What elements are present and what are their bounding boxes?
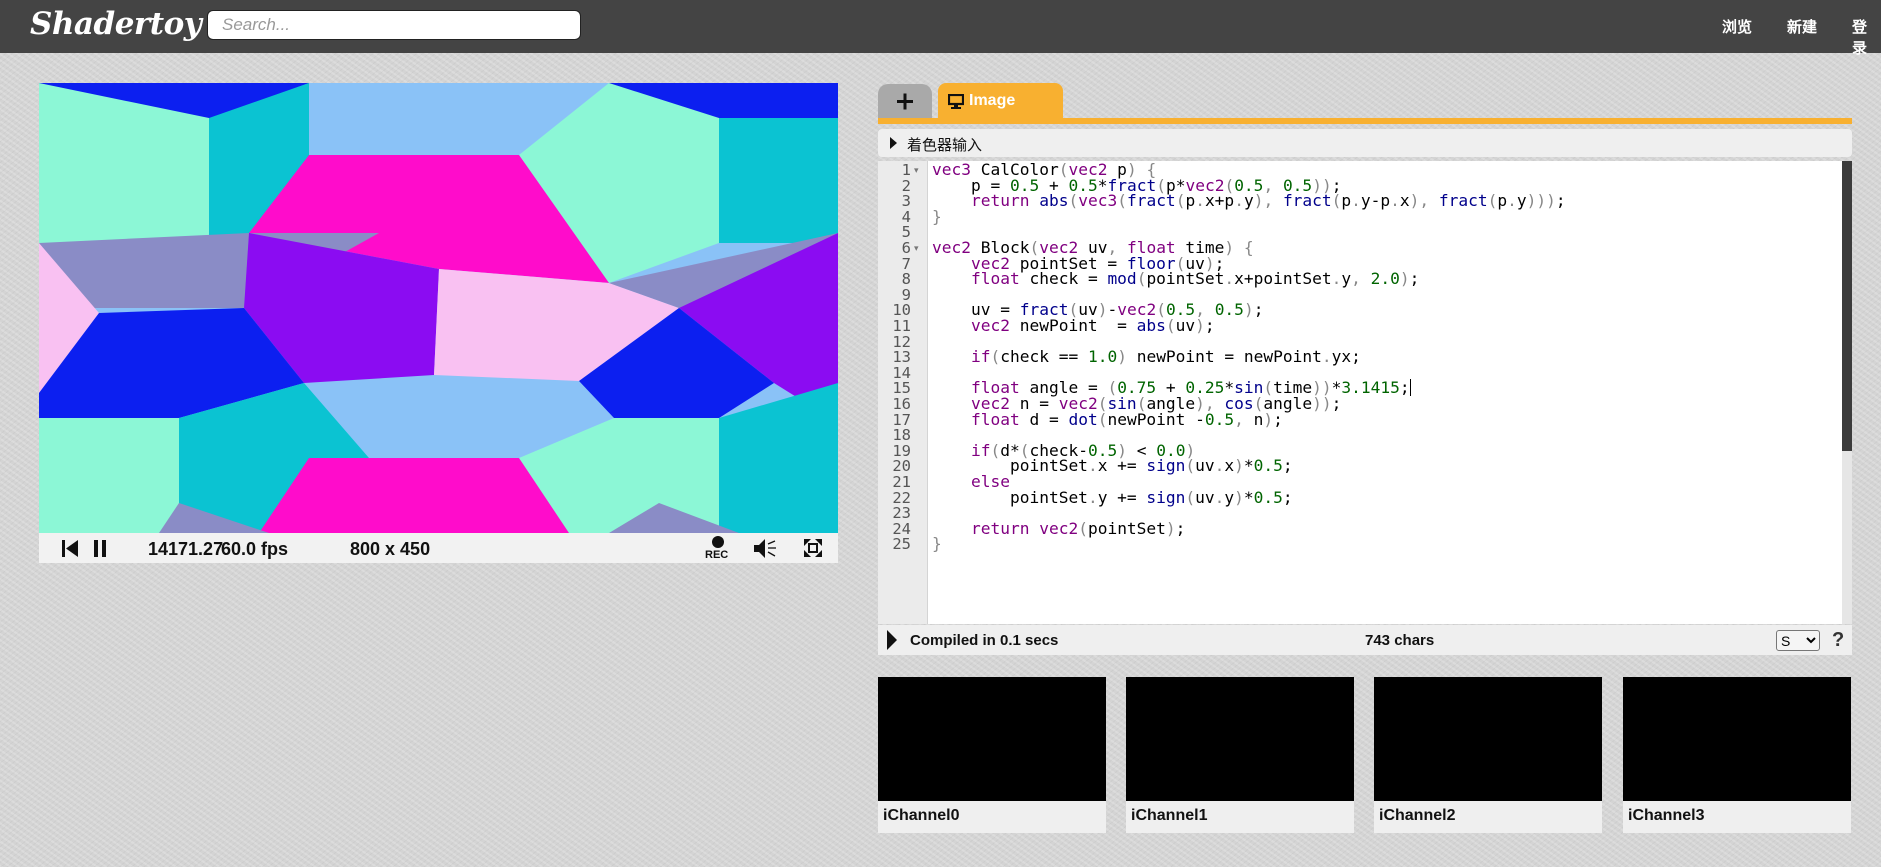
compile-status-bar: Compiled in 0.1 secs 743 chars S ?: [878, 625, 1852, 655]
plus-icon: [897, 93, 913, 110]
code-line[interactable]: float d = dot(newPoint -0.5, n);: [932, 410, 1283, 430]
channel-label: iChannel2: [1379, 807, 1456, 824]
record-icon: [712, 536, 724, 548]
code-editor[interactable]: 1 ▾ 2 3 4 5 6 ▾ 7 8 9 10 11 12 13 14 15 16 17 18 19 20 21 22 23 2…: [878, 161, 1852, 624]
code-line[interactable]: pointSet.y += sign(uv.y)*0.5;: [932, 488, 1293, 508]
channel-slot-1[interactable]: iChannel1: [1126, 677, 1354, 833]
fold-arrow-icon[interactable]: ▾: [914, 239, 919, 258]
monitor-icon: [948, 94, 964, 109]
channel-preview[interactable]: [1374, 677, 1602, 801]
shader-inputs-toggle[interactable]: 着色器输入: [878, 129, 1852, 157]
channel-preview[interactable]: [878, 677, 1106, 801]
search-input[interactable]: [207, 10, 581, 40]
channel-slot-3[interactable]: iChannel3: [1623, 677, 1851, 833]
help-icon[interactable]: ?: [1832, 629, 1844, 652]
channel-label: iChannel3: [1628, 807, 1705, 824]
shader-output-canvas: [39, 83, 838, 533]
tab-image[interactable]: Image: [938, 83, 1063, 120]
channel-label: iChannel1: [1131, 807, 1208, 824]
rewind-icon[interactable]: [62, 540, 78, 557]
code-line[interactable]: }: [932, 535, 942, 554]
fullscreen-icon[interactable]: [804, 539, 822, 557]
player-controls: 14171.27 60.0 fps 800 x 450 REC: [39, 533, 838, 563]
channel-label: iChannel0: [883, 807, 960, 824]
nav-browse-link[interactable]: 浏览: [1722, 16, 1752, 37]
fps-display: 60.0 fps: [221, 539, 289, 559]
top-bar: Shadertoy 浏览 新建 登录: [0, 0, 1881, 57]
record-label: REC: [705, 549, 729, 561]
line-number-gutter: 1 ▾ 2 3 4 5 6 ▾ 7 8 9 10 11 12 13 14 15 16 17 18 19 20 21 22 23 2…: [878, 161, 928, 624]
compile-status: Compiled in 0.1 secs: [910, 632, 1059, 649]
line-number: 25: [892, 535, 911, 554]
shader-inputs-label: 着色器输入: [907, 137, 983, 154]
resolution-display: 800 x 450: [350, 539, 431, 559]
nav-login-link[interactable]: 登录: [1852, 16, 1881, 58]
time-display: 14171.27: [148, 539, 224, 559]
site-logo[interactable]: Shadertoy: [30, 6, 202, 42]
pause-icon[interactable]: [94, 540, 107, 557]
mosaic-polygon: [259, 458, 569, 533]
channel-preview[interactable]: [1623, 677, 1851, 801]
tab-underline: [878, 118, 1852, 124]
code-line[interactable]: if(check == 1.0) newPoint = newPoint.yx;: [932, 347, 1361, 367]
expand-triangle-icon: [890, 137, 897, 149]
record-button[interactable]: REC: [705, 535, 731, 563]
nav-new-link[interactable]: 新建: [1787, 16, 1817, 37]
char-count: 743 chars: [1365, 632, 1435, 649]
tab-image-label: Image: [969, 92, 1016, 109]
mosaic-polygon: [719, 118, 838, 243]
channel-slot-2[interactable]: iChannel2: [1374, 677, 1602, 833]
add-tab-button[interactable]: [878, 84, 932, 120]
channel-preview[interactable]: [1126, 677, 1354, 801]
channel-slot-0[interactable]: iChannel0: [878, 677, 1106, 833]
code-line[interactable]: float check = mod(pointSet.x+pointSet.y,…: [932, 269, 1419, 289]
fold-arrow-icon[interactable]: ▾: [914, 161, 919, 180]
editor-scrollbar-thumb[interactable]: [1842, 161, 1852, 451]
code-line[interactable]: vec2 newPoint = abs(uv);: [932, 316, 1215, 336]
play-triangle-icon[interactable]: [886, 630, 898, 650]
code-line[interactable]: return vec2(pointSet);: [932, 519, 1185, 539]
font-size-select[interactable]: S: [1776, 630, 1820, 651]
code-line[interactable]: return abs(vec3(fract(p.x+p.y), fract(p.…: [932, 191, 1566, 211]
mosaic-polygon: [39, 418, 179, 533]
volume-icon[interactable]: [753, 538, 777, 559]
code-line[interactable]: }: [932, 207, 942, 227]
shader-viewport[interactable]: [39, 83, 838, 533]
